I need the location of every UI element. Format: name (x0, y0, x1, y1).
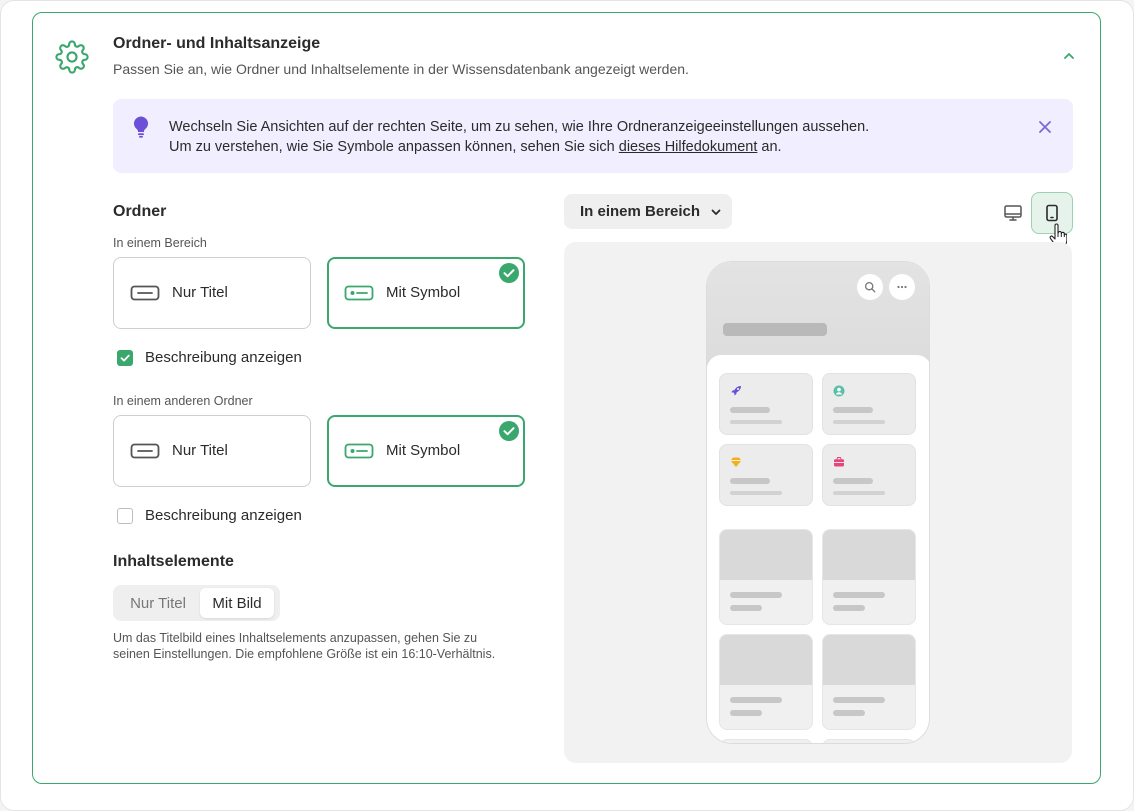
desktop-view-button[interactable] (992, 192, 1034, 234)
title-only-icon (130, 285, 160, 301)
folder-card-placeholder (719, 444, 813, 506)
folder-card-placeholder (822, 444, 916, 506)
search-icon (864, 281, 876, 293)
checkbox-label: Beschreibung anzeigen (145, 349, 302, 366)
placeholder-bar (833, 491, 885, 495)
group2-label: In einem anderen Ordner (113, 394, 253, 408)
info-text-suffix: an. (757, 139, 782, 155)
content-card-placeholder (719, 634, 813, 730)
placeholder-bar (833, 407, 873, 413)
image-placeholder (823, 530, 915, 580)
placeholder-bar (730, 478, 770, 484)
title-only-icon (130, 443, 160, 459)
user-circle-icon (833, 385, 845, 397)
folders-title: Ordner (113, 203, 167, 220)
placeholder-bar (730, 697, 782, 703)
group2-option-with-symbol[interactable]: Mit Symbol (327, 415, 525, 487)
info-text-prefix: Um zu verstehen, wie Sie Symbole anpasse… (169, 139, 619, 155)
checkmark-icon (120, 354, 130, 361)
info-text-line1: Wechseln Sie Ansichten auf der rechten S… (169, 119, 870, 135)
chevron-up-icon[interactable] (1062, 49, 1076, 63)
placeholder-bar (833, 710, 865, 716)
placeholder-bar (833, 697, 885, 703)
content-hint: Um das Titelbild eines Inhaltselements a… (113, 631, 496, 661)
placeholder-bar (833, 592, 885, 598)
content-card-placeholder (719, 529, 813, 625)
diamond-icon (730, 457, 742, 467)
phone-search-button (857, 274, 883, 300)
help-doc-link[interactable]: dieses Hilfedokument (619, 139, 758, 155)
group1-show-description[interactable]: Beschreibung anzeigen (117, 349, 302, 366)
placeholder-bar (730, 710, 762, 716)
content-card-placeholder (822, 529, 916, 625)
smartphone-icon (1046, 204, 1058, 222)
folder-card-placeholder (822, 373, 916, 435)
chevron-down-icon (711, 209, 721, 215)
seg-title-only[interactable]: Nur Titel (116, 588, 200, 618)
group2-option-title-only[interactable]: Nur Titel (113, 415, 311, 487)
monitor-icon (1004, 205, 1022, 221)
image-placeholder (823, 635, 915, 685)
view-dropdown[interactable]: In einem Bereich (564, 194, 732, 229)
content-items-title: Inhaltselemente (113, 553, 234, 570)
preview-area (564, 242, 1072, 763)
section-title: Ordner- und Inhaltsanzeige (113, 35, 321, 52)
option-label: Nur Titel (172, 442, 228, 459)
group2-show-description[interactable]: Beschreibung anzeigen (117, 507, 302, 524)
placeholder-bar (833, 420, 885, 424)
info-banner: Wechseln Sie Ansichten auf der rechten S… (113, 99, 1073, 173)
placeholder-bar (730, 605, 762, 611)
info-text-line2: Um zu verstehen, wie Sie Symbole anpasse… (169, 139, 782, 155)
with-symbol-icon (344, 443, 374, 459)
settings-card: Ordner- und Inhaltsanzeige Passen Sie an… (32, 12, 1101, 784)
dropdown-value: In einem Bereich (580, 203, 701, 220)
group1-label: In einem Bereich (113, 236, 207, 250)
option-label: Mit Symbol (386, 442, 461, 459)
lightbulb-icon (134, 116, 148, 138)
content-card-placeholder (822, 739, 916, 743)
content-display-toggle: Nur Titel Mit Bild (113, 585, 280, 621)
phone-mockup (706, 261, 930, 744)
briefcase-icon (834, 457, 844, 467)
close-icon[interactable] (1037, 119, 1053, 135)
option-label: Mit Symbol (386, 284, 461, 301)
checkbox-checked[interactable] (117, 349, 133, 366)
checkbox-unchecked[interactable] (117, 507, 133, 524)
placeholder-bar (833, 605, 865, 611)
rocket-icon (731, 386, 741, 396)
seg-with-image[interactable]: Mit Bild (200, 588, 274, 618)
phone-more-button (889, 274, 915, 300)
group1-option-title-only[interactable]: Nur Titel (113, 257, 311, 329)
checkbox-label: Beschreibung anzeigen (145, 507, 302, 524)
placeholder-bar (730, 592, 782, 598)
with-symbol-icon (344, 285, 374, 301)
section-description: Passen Sie an, wie Ordner und Inhaltsele… (113, 61, 689, 77)
option-label: Nur Titel (172, 284, 228, 301)
content-card-placeholder (822, 634, 916, 730)
placeholder-bar (730, 420, 782, 424)
group1-option-with-symbol[interactable]: Mit Symbol (327, 257, 525, 329)
content-card-placeholder (719, 739, 813, 743)
phone-body (707, 355, 929, 743)
placeholder-bar (730, 407, 770, 413)
phone-title-placeholder (723, 323, 827, 336)
image-placeholder (720, 635, 812, 685)
check-circle-icon (499, 421, 519, 441)
folder-card-placeholder (719, 373, 813, 435)
gear-icon (55, 40, 89, 74)
check-circle-icon (499, 263, 519, 283)
image-placeholder (720, 530, 812, 580)
placeholder-bar (730, 491, 782, 495)
phone-header (707, 262, 929, 366)
more-icon (897, 285, 907, 289)
placeholder-bar (833, 478, 873, 484)
